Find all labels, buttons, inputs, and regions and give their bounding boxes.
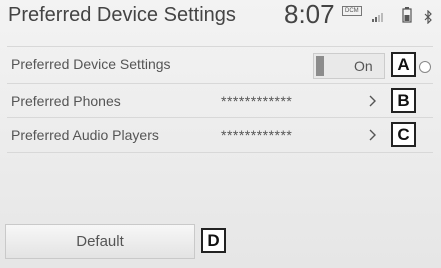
clock: 8:07	[284, 0, 335, 29]
signal-icon	[372, 13, 383, 22]
masked-value: ************	[221, 127, 293, 143]
toggle-indicator	[316, 56, 324, 76]
chevron-right-icon	[369, 95, 376, 107]
dcm-badge: DCM	[342, 6, 362, 16]
page-title: Preferred Device Settings	[8, 4, 236, 26]
row-label: Preferred Audio Players	[11, 127, 159, 143]
callout-badge-a: A	[391, 52, 416, 77]
default-button[interactable]: Default	[5, 224, 195, 259]
callout-badge-d: D	[201, 228, 226, 253]
radio-indicator	[419, 61, 431, 73]
battery-icon	[402, 7, 412, 23]
row-label: Preferred Device Settings	[11, 56, 171, 72]
bluetooth-icon	[424, 10, 432, 24]
preferred-phones-row[interactable]: Preferred Phones ************ B	[7, 83, 433, 118]
preferred-audio-players-row[interactable]: Preferred Audio Players ************ C	[7, 117, 433, 153]
preferred-device-settings-row[interactable]: Preferred Device Settings On A	[7, 46, 433, 81]
preferred-device-toggle[interactable]: On	[313, 53, 385, 79]
toggle-label: On	[354, 58, 373, 74]
callout-badge-c: C	[391, 122, 416, 147]
row-label: Preferred Phones	[11, 93, 121, 109]
masked-value: ************	[221, 93, 293, 109]
callout-badge-b: B	[391, 88, 416, 113]
chevron-right-icon	[369, 129, 376, 141]
